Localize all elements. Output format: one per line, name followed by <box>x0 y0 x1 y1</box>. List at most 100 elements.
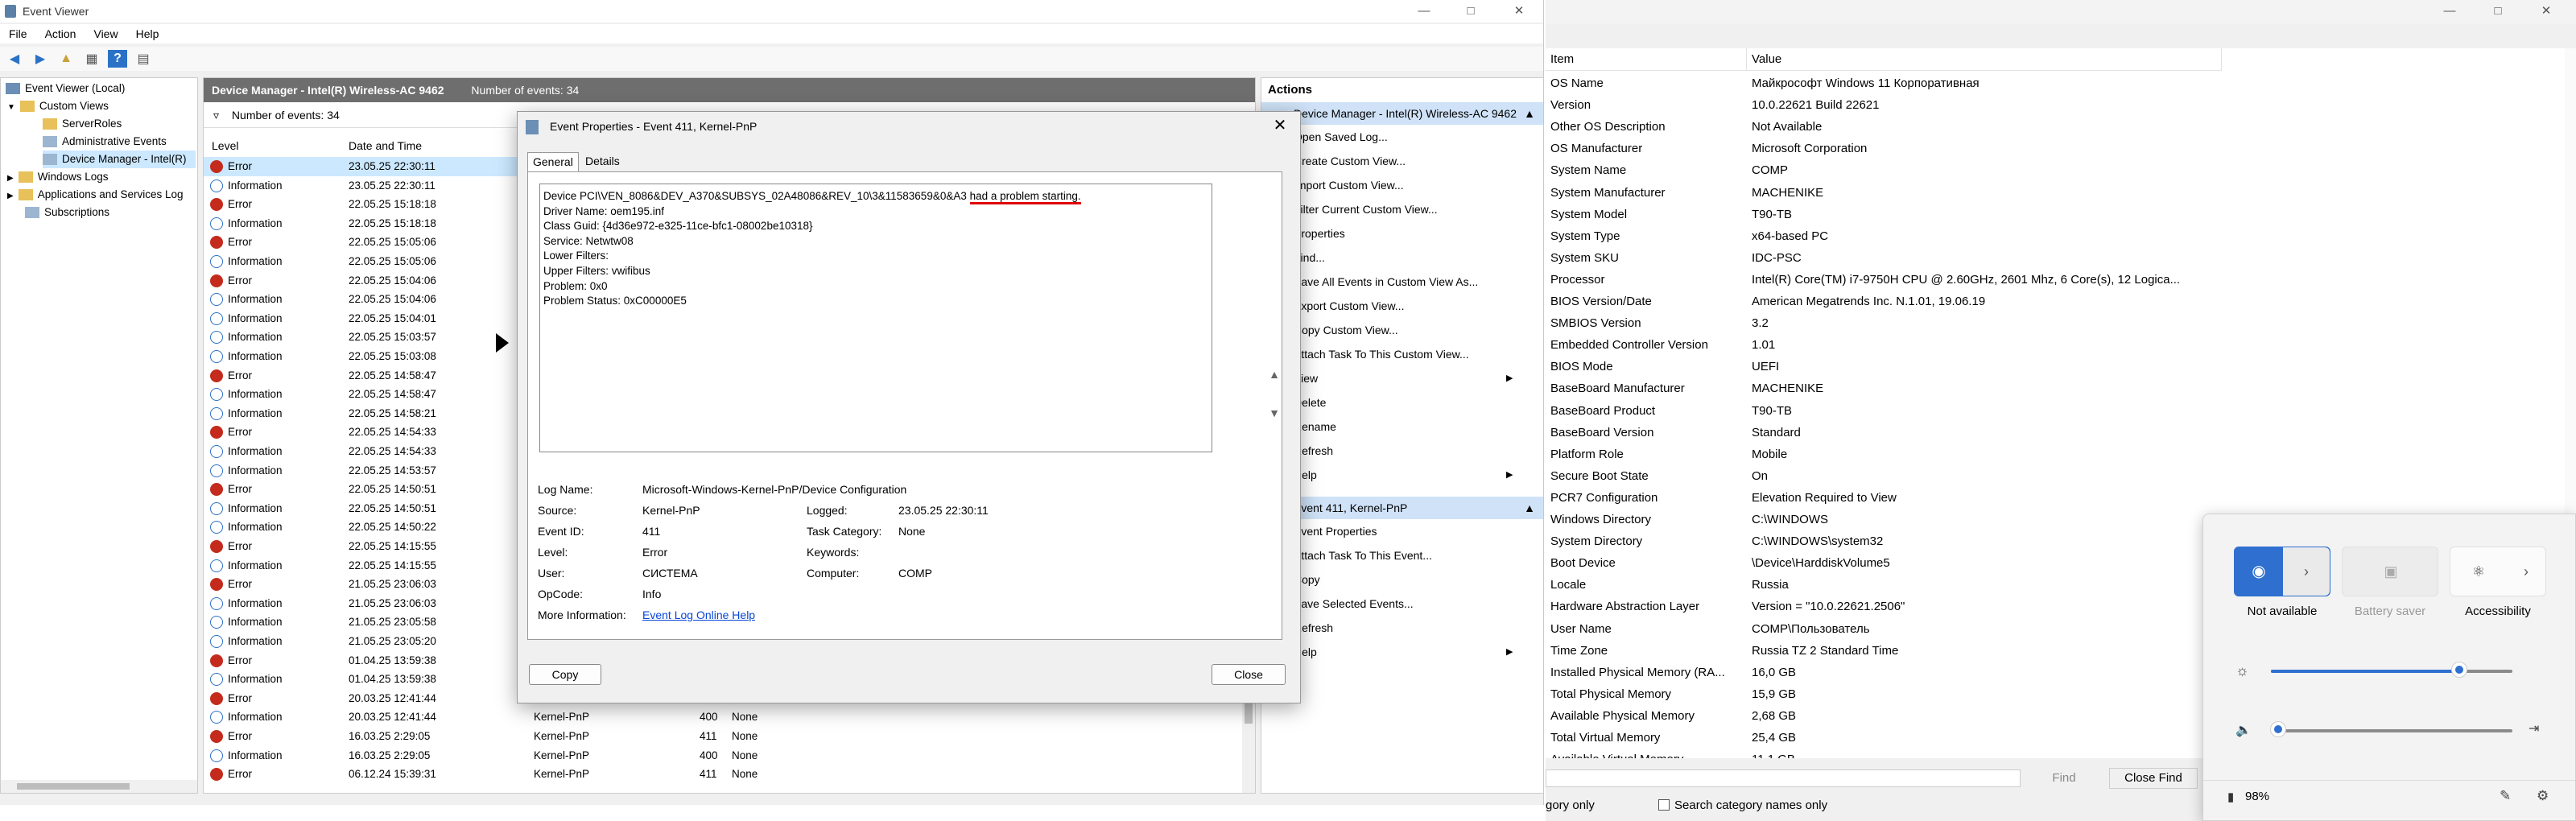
table-row[interactable]: Secure Boot State On <box>1546 465 2574 487</box>
close-icon[interactable]: ✕ <box>1501 2 1538 21</box>
table-row[interactable]: System Model T90-TB <box>1546 204 2574 225</box>
table-row[interactable]: SMBIOS Version 3.2 <box>1546 312 2574 334</box>
action-item[interactable]: Export Custom View... <box>1271 294 1404 318</box>
maximize-icon[interactable]: □ <box>2479 2 2516 21</box>
table-row[interactable]: BaseBoard Product T90-TB <box>1546 400 2574 422</box>
action-item[interactable]: Event Properties <box>1271 519 1377 543</box>
menu-action[interactable]: Action <box>36 27 85 40</box>
maximize-icon[interactable]: □ <box>1452 2 1489 21</box>
table-row[interactable]: Information 16.03.25 2:29:05 Kernel-PnP 400… <box>204 746 1242 765</box>
battery-icon[interactable]: ▮ <box>2227 790 2234 804</box>
forward-arrow-icon[interactable]: ▶ <box>31 50 50 68</box>
accessibility-icon[interactable]: ⚛ <box>2450 547 2507 596</box>
battery-saver-tile[interactable]: ▣ <box>2342 547 2438 596</box>
table-row[interactable]: System SKU IDC-PSC <box>1546 247 2574 269</box>
table-row[interactable]: PCR7 Configuration Elevation Required to … <box>1546 487 2574 509</box>
table-row[interactable]: BaseBoard Version Standard <box>1546 422 2574 444</box>
chevron-down-icon[interactable]: ▼ <box>7 103 15 112</box>
tree-item-windows-logs[interactable]: ▶ Windows Logs <box>7 168 109 186</box>
action-item[interactable]: Properties <box>1271 221 1345 245</box>
tree-item-administrative-events[interactable]: Administrative Events <box>43 133 167 151</box>
event-description[interactable]: Device PCI\VEN_8086&DEV_A370&SUBSYS_02A4… <box>539 184 1212 452</box>
chevron-right-icon[interactable]: ▶ <box>7 174 14 183</box>
menu-file[interactable]: File <box>0 27 36 40</box>
collapse-icon[interactable]: ▲ <box>1524 497 1535 519</box>
action-item[interactable]: Attach Task To This Custom View... <box>1271 342 1469 366</box>
tree-item-subscriptions[interactable]: Subscriptions <box>25 204 109 221</box>
tree-item-applications-services[interactable]: ▶ Applications and Services Log <box>7 186 184 204</box>
table-row[interactable]: Processor Intel(R) Core(TM) i7-9750H CPU … <box>1546 269 2574 291</box>
close-icon[interactable]: ✕ <box>2528 2 2565 21</box>
table-row[interactable]: Embedded Controller Version 1.01 <box>1546 334 2574 356</box>
accessibility-tile[interactable]: ⚛ › <box>2450 547 2546 596</box>
back-arrow-icon[interactable]: ◀ <box>5 50 24 68</box>
table-row[interactable]: BIOS Mode UEFI <box>1546 356 2574 377</box>
help-icon[interactable]: ? <box>108 50 127 68</box>
tree-item-event-viewer-local[interactable]: Event Viewer (Local) <box>6 80 125 97</box>
find-what-input[interactable] <box>1546 769 2021 787</box>
menu-help[interactable]: Help <box>127 27 168 40</box>
show-hide-actions-icon[interactable]: ▤ <box>134 50 153 68</box>
battery-percent[interactable]: 98% <box>2245 790 2269 803</box>
audio-output-icon[interactable]: ⇥ <box>2529 720 2539 736</box>
table-row[interactable]: BIOS Version/Date American Megatrends Inc… <box>1546 291 2574 312</box>
chevron-right-icon[interactable]: › <box>2507 547 2545 596</box>
wifi-icon[interactable]: ◉ <box>2235 547 2283 596</box>
column-header-value[interactable]: Value <box>1747 48 2222 71</box>
table-row[interactable]: Information 20.03.25 12:41:44 Kernel-PnP 40… <box>204 708 1242 727</box>
tree-item-serverroles[interactable]: ServerRoles <box>43 115 122 133</box>
previous-event-arrow-icon[interactable]: ▲ <box>1265 368 1284 387</box>
volume-slider[interactable] <box>2271 722 2512 740</box>
dialog-close-icon[interactable]: ✕ <box>1268 115 1292 136</box>
show-hide-tree-icon[interactable]: ▦ <box>82 50 101 68</box>
next-event-arrow-icon[interactable]: ▼ <box>1265 406 1284 426</box>
column-header-level[interactable]: Level <box>212 139 238 152</box>
close-find-button[interactable]: Close Find <box>2109 768 2198 789</box>
action-item[interactable]: Save All Events in Custom View As... <box>1271 270 1478 294</box>
table-row[interactable]: OS Manufacturer Microsoft Corporation <box>1546 138 2574 159</box>
tab-details[interactable]: Details <box>580 152 625 171</box>
table-row[interactable]: System Type x64-based PC <box>1546 225 2574 247</box>
action-item[interactable]: Import Custom View... <box>1271 173 1404 197</box>
collapse-icon[interactable]: ▲ <box>1524 102 1535 125</box>
action-item[interactable]: Attach Task To This Event... <box>1271 543 1432 567</box>
tree-item-custom-views[interactable]: ▼ Custom Views <box>7 97 109 115</box>
search-selected-category-only[interactable]: gory only <box>1546 798 1595 812</box>
minimize-icon[interactable]: — <box>1406 2 1443 21</box>
table-row[interactable]: Version 10.0.22621 Build 22621 <box>1546 94 2574 116</box>
table-row[interactable]: Error 06.12.24 15:39:31 Kernel-PnP 411 None <box>204 765 1242 784</box>
actions-section-event[interactable]: Event 411, Kernel-PnP ▲ <box>1261 497 1543 519</box>
event-log-online-help-link[interactable]: Event Log Online Help <box>642 609 755 621</box>
table-row[interactable]: Other OS Description Not Available <box>1546 116 2574 138</box>
brightness-slider[interactable] <box>2271 662 2512 680</box>
table-row[interactable]: Platform Role Mobile <box>1546 444 2574 465</box>
chevron-right-icon[interactable]: › <box>2283 547 2330 596</box>
copy-button[interactable]: Copy <box>529 664 601 685</box>
find-button[interactable]: Find <box>2024 768 2104 789</box>
wifi-tile[interactable]: ◉ › <box>2234 547 2330 596</box>
tab-general[interactable]: General <box>527 152 579 171</box>
table-row[interactable]: BaseBoard Manufacturer MACHENIKE <box>1546 377 2574 399</box>
folder-up-icon[interactable]: ▲ <box>56 50 76 68</box>
column-header-item[interactable]: Item <box>1546 48 1747 71</box>
action-item[interactable]: Open Saved Log... <box>1271 125 1388 149</box>
settings-gear-icon[interactable]: ⚙ <box>2537 788 2549 804</box>
tree-item-device-manager[interactable]: Device Manager - Intel(R) <box>43 151 196 168</box>
volume-muted-icon[interactable]: 🔈 <box>2235 722 2252 738</box>
action-item[interactable]: Copy Custom View... <box>1271 318 1398 342</box>
table-row[interactable]: System Name COMP <box>1546 159 2574 181</box>
tree-horizontal-scrollbar[interactable] <box>1 780 197 793</box>
minimize-icon[interactable]: — <box>2431 2 2468 21</box>
close-button[interactable]: Close <box>1212 664 1286 685</box>
table-row[interactable]: OS Name Майкрософт Windows 11 Корпоративн… <box>1546 72 2574 94</box>
table-row[interactable]: System Manufacturer MACHENIKE <box>1546 182 2574 204</box>
menu-view[interactable]: View <box>85 27 126 40</box>
search-names-checkbox[interactable] <box>1658 799 1670 811</box>
edit-pencil-icon[interactable]: ✎ <box>2500 788 2511 804</box>
table-row[interactable]: Error 16.03.25 2:29:05 Kernel-PnP 411 None <box>204 727 1242 746</box>
column-header-date[interactable]: Date and Time <box>349 139 422 152</box>
action-item[interactable]: Filter Current Custom View... <box>1271 197 1438 221</box>
chevron-right-icon[interactable]: ▶ <box>7 192 14 200</box>
action-item[interactable]: Save Selected Events... <box>1271 592 1414 616</box>
actions-section-view[interactable]: Device Manager - Intel(R) Wireless-AC 94… <box>1261 102 1543 125</box>
